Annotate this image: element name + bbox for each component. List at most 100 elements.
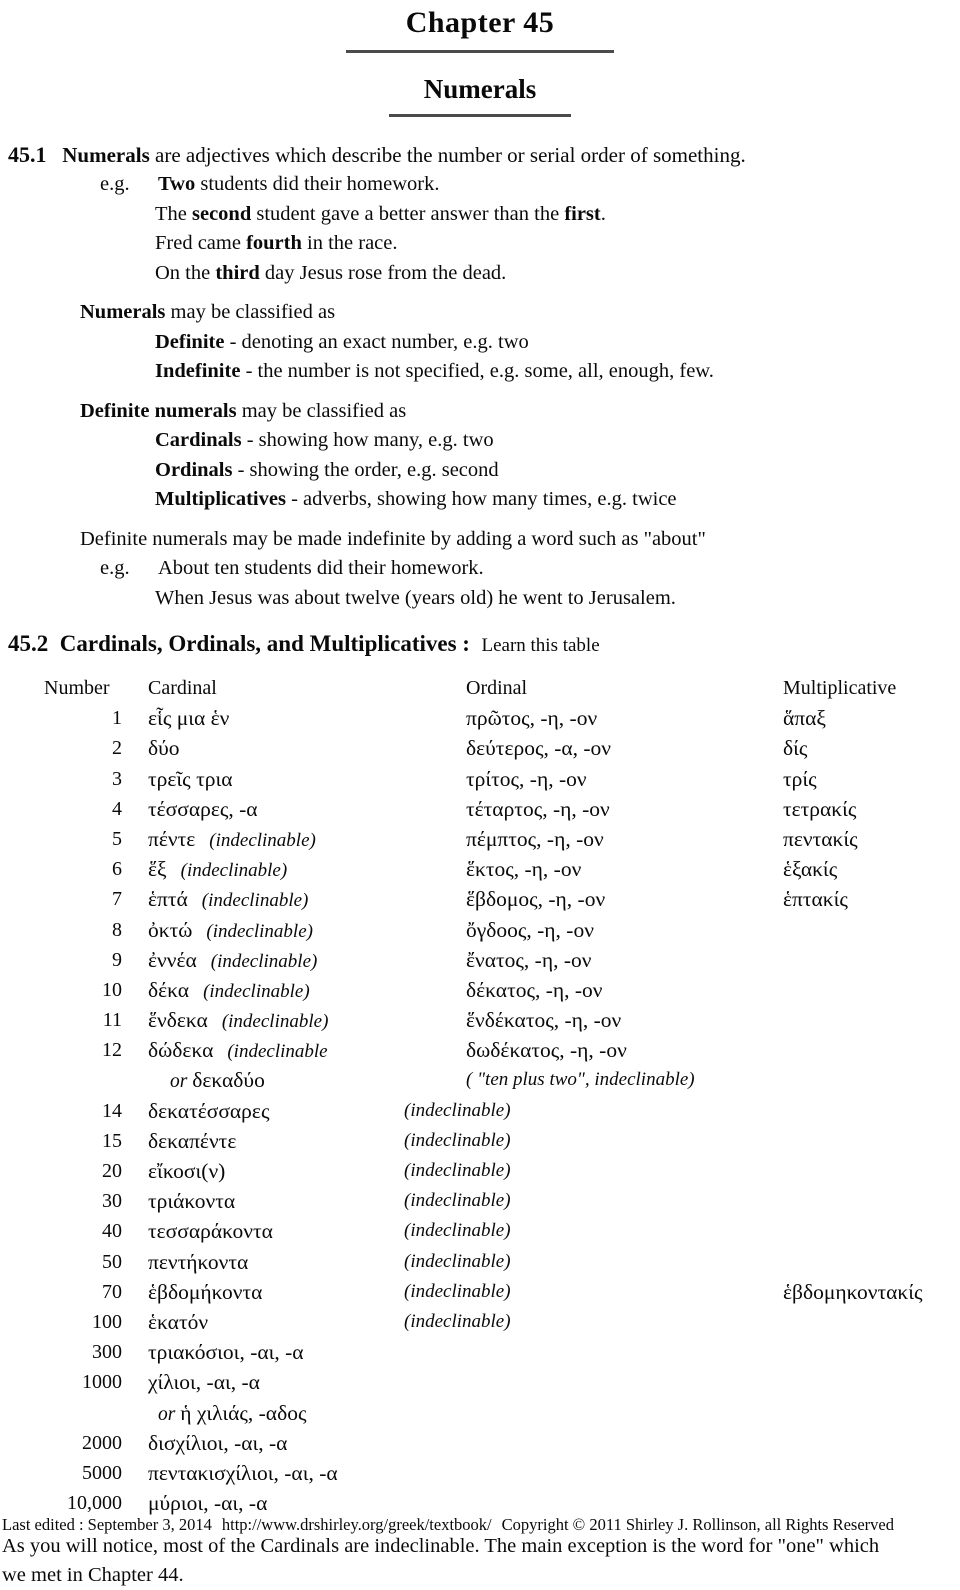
definite-item-cardinals-rest: - showing how many, e.g. two [241,429,494,451]
table-row: 70 ἑβδομήκοντα (indeclinable) ἑβδομηκοντακί… [0,1277,960,1307]
table-row: 2 δύο δεύτερος, -α, -ον δίς [0,733,960,763]
example-2-before: The [155,202,192,225]
eg-label-1: e.g. [100,173,130,195]
classify-item-indefinite-bold: Indefinite [155,360,241,382]
chapter-title: Chapter 45 [405,6,555,39]
cell-cardinal-note: (indeclinable) [203,980,310,1002]
definite-item-cardinals-bold: Cardinals [155,429,242,451]
table-row: 5 πέντε (indeclinable) πέμπτος, -η, -ον πεντ… [0,824,960,854]
cell-ordinal: ἕβδομος, -η, -ον [466,887,606,912]
cell-cardinal-text: ἕνδεκα [148,1008,208,1033]
header-rule-top [346,50,614,53]
cell-ordinal: πέμπτος, -η, -ον [466,826,604,851]
definite-item-ordinals: Ordinals - showing the order, e.g. secon… [0,456,960,486]
cell-number: 50 [102,1250,122,1273]
definite-item-ordinals-bold: Ordinals [155,458,233,481]
section-45-2-subtitle: Learn this table [481,635,600,656]
classify-lead-rest: may be classified as [165,301,336,323]
table-row: 5000 πεντακισχίλιοι, -αι, -α [0,1458,960,1488]
cell-cardinal-note: (indeclinable) [209,829,316,851]
cell-multiplicative: ἑπτακίς [783,887,848,912]
column-header-multiplicative: Multiplicative [783,677,897,699]
cell-cardinal-note: (indeclinable) [180,860,288,882]
table-row: or ἡ χιλιάς, -αδος [0,1398,960,1428]
cell-cardinal-text: μύριοι, -αι, -α [148,1491,268,1516]
example-1-after: students did their homework. [195,173,440,195]
cell-cardinal: εἴκοσι(ν) [148,1156,225,1186]
cell-cardinal: ἑκατόν [148,1307,208,1337]
numerals-table: Number Cardinal Ordinal Multiplicative 1… [0,673,960,1518]
cell-cardinal-text: δύο [148,736,180,761]
cell-cardinal-text: τεσσαράκοντα [148,1219,273,1244]
example-line-4: On the third day Jesus rose from the dea… [0,259,960,289]
section-45-2-number: 45.2 [8,631,49,656]
cell-multiplicative: τρίς [783,766,817,791]
cell-cardinal-text: ἡ χιλιάς, -αδος [180,1400,307,1425]
cell-number: 15 [102,1129,122,1152]
table-row: 11 ἕνδεκα (indeclinable) ἕνδέκατος, -η, -ον [0,1005,960,1035]
cell-multiplicative: ἅπαξ [783,706,826,731]
cell-number: 20 [102,1160,122,1182]
cell-ordinal: (indeclinable) [404,1129,511,1151]
cell-cardinal: δώδεκα (indeclinable [148,1035,328,1067]
cell-multiplicative: ἑξακίς [783,857,838,882]
cell-number: 5 [112,827,122,850]
example-3-after: in the race. [301,232,398,254]
definite-lead-bold: Definite numerals [80,399,237,422]
cell-number: 30 [102,1190,122,1213]
cell-number: 1 [112,707,122,730]
footer-last-edited: Last edited : September 3, 2014 [2,1515,212,1534]
classify-item-indefinite-rest: - the number is not specified, e.g. some… [240,360,714,382]
column-header-ordinal: Ordinal [466,677,528,699]
table-row: 10 δέκα (indeclinable) δέκατος, -η, -ον [0,975,960,1005]
cell-cardinal: δεκατέσσαρες [148,1096,269,1126]
cell-ordinal: (indeclinable) [404,1280,511,1302]
cell-cardinal-text: τριακόσιοι, -αι, -α [148,1340,304,1365]
cell-ordinal: ἕνδέκατος, -η, -ον [466,1008,622,1033]
cell-number: 10,000 [67,1492,122,1515]
table-row: 2000 δισχίλιοι, -αι, -α [0,1428,960,1458]
example-4-after: day Jesus rose from the dead. [259,261,507,284]
definite-lead-rest: may be classified as [236,399,407,422]
cell-ordinal: δωδέκατος, -η, -ον [466,1038,627,1063]
cell-multiplicative: τετρακίς [783,796,857,821]
about-example-1: e.g. About ten students did their homewor… [0,554,960,584]
cell-multiplicative: δίς [783,736,808,761]
example-2-bold: second [192,202,252,225]
cell-cardinal-text: ἑπτά [148,887,188,912]
eg-label-2: e.g. [100,557,130,579]
cell-ordinal: πρῶτος, -η, -ον [466,706,598,731]
cell-cardinal: χίλιοι, -αι, -α [148,1367,260,1397]
cell-ordinal: ( "ten plus two", indeclinable) [466,1069,695,1091]
classify-item-definite: Definite - denoting an exact number, e.g… [0,328,960,358]
table-row: 7 ἑπτά (indeclinable) ἕβδομος, -η, -ον ἑπτακ… [0,884,960,914]
cell-number: 10 [102,978,122,1001]
table-row: 50 πεντήκοντα (indeclinable) [0,1247,960,1277]
definite-item-ordinals-rest: - showing the order, e.g. second [232,458,499,481]
cell-cardinal-text: δέκα [148,977,190,1002]
definite-lead: Definite numerals may be classified as [0,397,960,427]
cell-number: 9 [112,948,122,971]
cell-multiplicative: ἑβδομηκοντακίς [783,1279,923,1304]
cell-cardinal: δέκα (indeclinable) [148,975,310,1007]
cell-cardinal: ἑβδομήκοντα [148,1277,262,1307]
section-45-2-title: Cardinals, Ordinals, and Multiplicatives… [59,631,470,656]
footer-url[interactable]: http://www.drshirley.org/greek/textbook/ [222,1515,492,1534]
example-line-2: The second student gave a better answer … [0,200,960,230]
section-45-1: 45.1 Numerals are adjectives which descr… [0,122,960,613]
definite-item-multiplicatives-rest: - adverbs, showing how many times, e.g. … [285,488,677,510]
cell-ordinal: τέταρτος, -η, -ον [466,796,610,821]
about-example-2: When Jesus was about twelve (years old) … [155,586,676,609]
cell-number: 6 [112,858,122,881]
example-3-before: Fred came [155,232,247,254]
cell-ordinal: (indeclinable) [404,1190,511,1212]
cell-multiplicative: πεντακίς [783,826,858,851]
cell-or-label: or [170,1071,193,1093]
cell-ordinal: (indeclinable) [404,1220,511,1242]
cell-cardinal: δύο [148,733,180,763]
cell-cardinal: ὀκτώ (indeclinable) [148,915,313,947]
cell-cardinal: τριάκοντα [148,1186,235,1216]
cell-cardinal: ἑπτά (indeclinable) [148,884,308,916]
cell-cardinal-text: ἐννέα [148,947,197,972]
